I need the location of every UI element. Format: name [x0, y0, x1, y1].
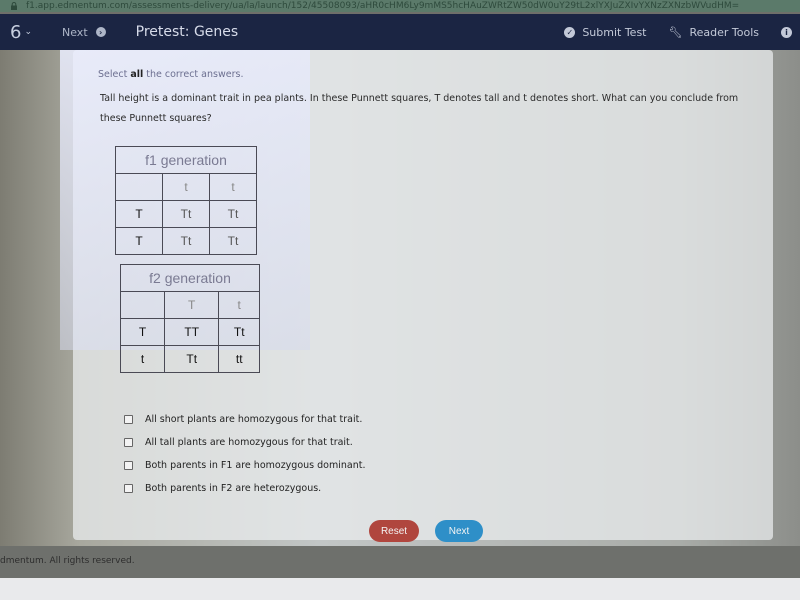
genotype-cell: Tt	[162, 200, 210, 228]
browser-url-bar[interactable]: f1.app.edmentum.com/assessments-delivery…	[0, 0, 800, 12]
option-label: All tall plants are homozygous for that …	[145, 437, 353, 448]
option-label: All short plants are homozygous for that…	[145, 414, 363, 425]
monitor-bezel	[0, 578, 800, 600]
wrench-icon: 🔧︎	[668, 25, 683, 39]
punnett-f2-title: f2 generation	[120, 264, 260, 292]
answer-option[interactable]: Both parents in F2 are heterozygous.	[124, 477, 365, 500]
reader-tools-label: Reader Tools	[689, 25, 759, 39]
checkbox[interactable]	[124, 438, 133, 447]
check-circle-icon: ✓	[564, 26, 576, 38]
info-button[interactable]: i	[781, 26, 792, 38]
footer: dmentum. All rights reserved.	[0, 546, 800, 578]
copyright-text: dmentum. All rights reserved.	[0, 556, 135, 566]
row-allele: T	[115, 227, 163, 255]
row-allele: T	[115, 200, 163, 228]
col-allele: T	[163, 291, 220, 319]
instruction-post: the correct answers.	[143, 69, 244, 80]
punnett-corner-cell	[120, 291, 165, 319]
genotype-cell: Tt	[163, 345, 220, 373]
genotype-cell: TT	[163, 318, 220, 346]
question-number: 6	[10, 21, 22, 43]
reset-button[interactable]: Reset	[369, 520, 419, 542]
reader-tools-button[interactable]: 🔧︎ Reader Tools	[669, 26, 760, 39]
info-icon: i	[781, 26, 792, 38]
url-text: f1.app.edmentum.com/assessments-delivery…	[26, 1, 740, 11]
genotype-cell: Tt	[208, 200, 258, 228]
checkbox[interactable]	[124, 461, 133, 470]
instruction-pre: Select	[98, 69, 131, 80]
submit-test-label: Submit Test	[582, 25, 647, 39]
genotype-cell: tt	[218, 345, 260, 373]
genotype-cell: Tt	[218, 318, 260, 346]
option-label: Both parents in F2 are heterozygous.	[145, 483, 322, 494]
checkbox[interactable]	[124, 484, 133, 493]
answer-option[interactable]: All tall plants are homozygous for that …	[124, 431, 365, 454]
question-number-dropdown[interactable]: 6 ⌄	[10, 22, 32, 43]
punnett-f1-title: f1 generation	[115, 146, 257, 174]
punnett-square-f2: f2 generation T t T TT Tt t Tt tt	[120, 264, 260, 373]
nav-next-button[interactable]: Next ›	[62, 26, 106, 39]
punnett-square-f1: f1 generation t t T Tt Tt T Tt Tt	[115, 146, 258, 255]
top-nav-bar: 6 ⌄ Next › Pretest: Genes ✓ Submit Test …	[0, 14, 800, 50]
genotype-cell: Tt	[162, 227, 210, 255]
checkbox[interactable]	[124, 415, 133, 424]
row-allele: T	[120, 318, 165, 346]
instruction-bold: all	[130, 69, 144, 80]
punnett-corner-cell	[115, 173, 163, 201]
submit-test-button[interactable]: ✓ Submit Test	[564, 25, 647, 39]
genotype-cell: Tt	[208, 227, 258, 255]
arrow-right-circle-icon: ›	[95, 27, 106, 37]
option-label: Both parents in F1 are homozygous domina…	[145, 460, 366, 471]
answer-options: All short plants are homozygous for that…	[124, 408, 365, 500]
next-button[interactable]: Next	[435, 520, 483, 542]
answer-option[interactable]: All short plants are homozygous for that…	[124, 408, 365, 431]
answer-option[interactable]: Both parents in F1 are homozygous domina…	[124, 454, 365, 477]
chevron-down-icon: ⌄	[24, 27, 32, 37]
row-allele: t	[120, 345, 165, 373]
instruction-text: Select all the correct answers.	[98, 69, 243, 80]
test-title: Pretest: Genes	[135, 24, 239, 40]
question-text: Tall height is a dominant trait in pea p…	[100, 93, 739, 124]
col-allele: t	[208, 173, 258, 201]
nav-next-label: Next	[62, 25, 88, 39]
lock-icon	[11, 2, 17, 10]
col-allele: t	[162, 173, 210, 201]
col-allele: t	[218, 291, 260, 319]
